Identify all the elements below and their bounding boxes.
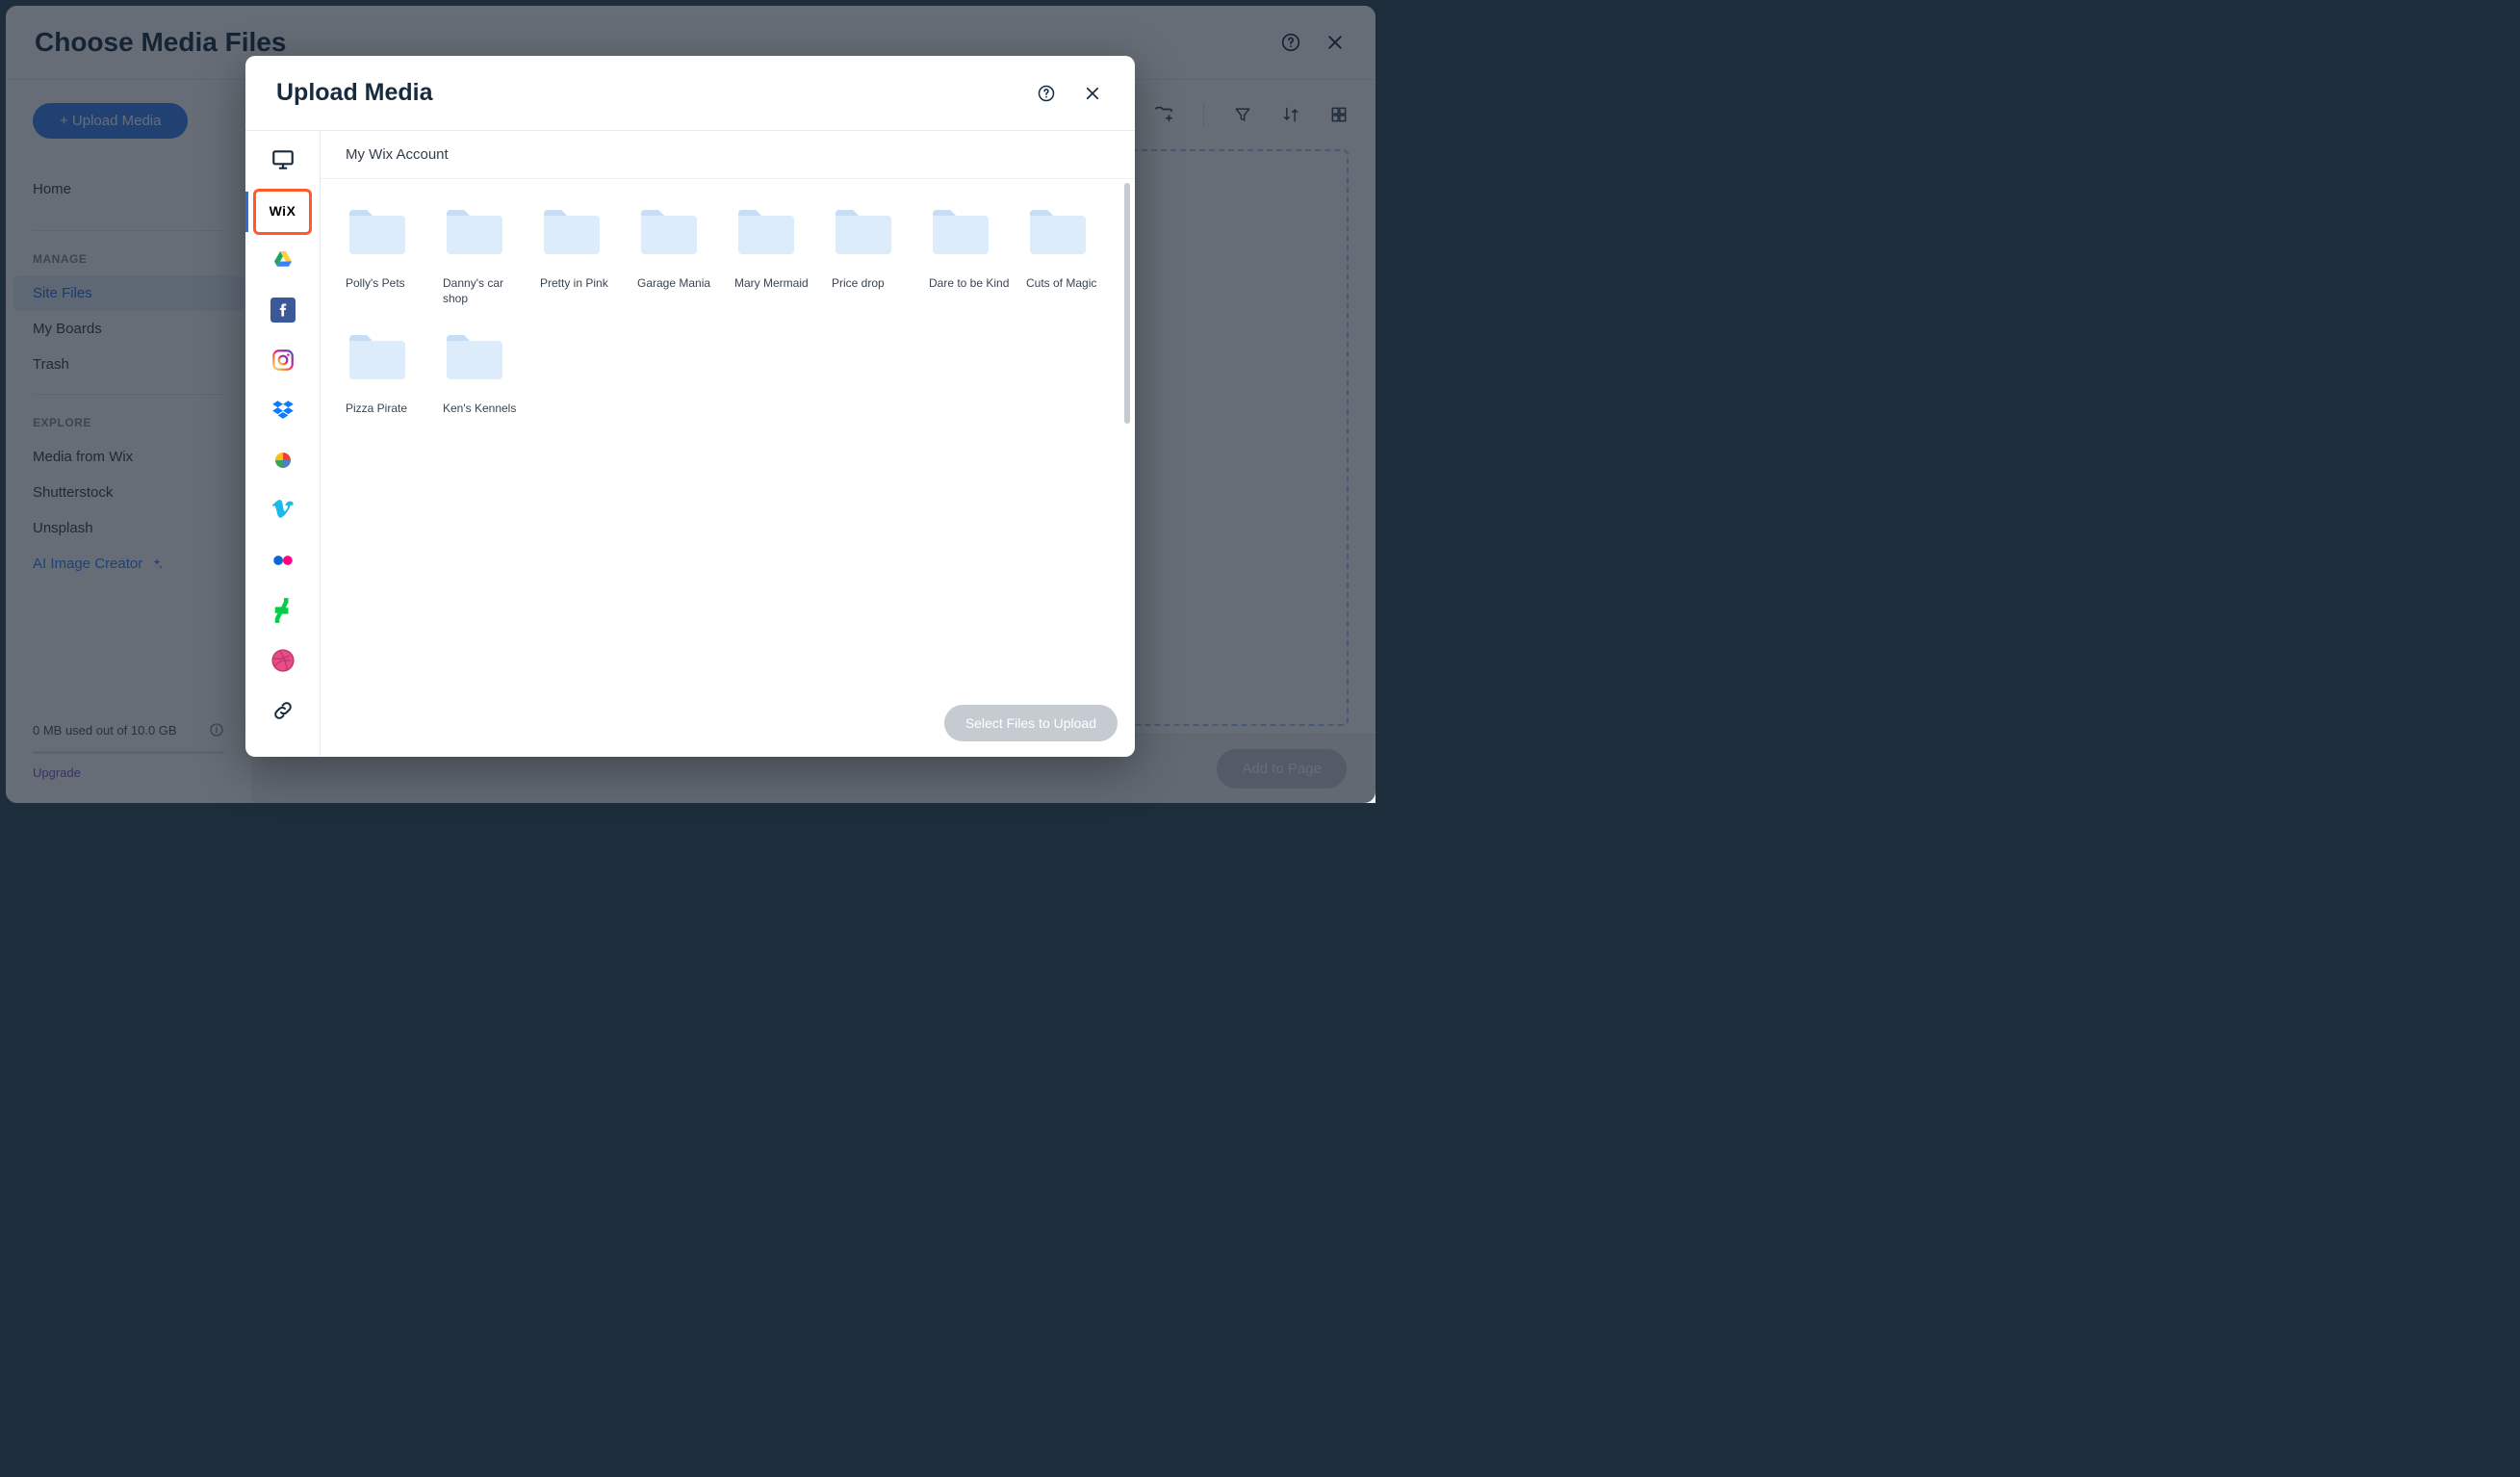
folder-label: Pretty in Pink <box>540 275 608 291</box>
folder-item[interactable]: Polly's Pets <box>346 204 426 306</box>
source-link-url[interactable] <box>245 687 320 738</box>
scrollbar[interactable] <box>1121 183 1133 680</box>
folder-icon <box>832 204 895 258</box>
close-icon <box>1084 85 1101 102</box>
folder-icon <box>443 329 506 383</box>
computer-icon <box>270 147 296 177</box>
folder-icon <box>929 204 992 258</box>
source-google-drive[interactable] <box>245 237 320 287</box>
deviantart-icon <box>272 598 294 628</box>
source-vimeo[interactable] <box>245 487 320 537</box>
dribbble-icon <box>270 648 296 678</box>
folder-label: Price drop <box>832 275 885 291</box>
folder-icon <box>540 204 604 258</box>
vimeo-icon <box>270 498 296 528</box>
source-rail: WiX <box>245 131 321 757</box>
help-icon <box>1038 85 1055 102</box>
folder-icon <box>637 204 701 258</box>
upload-media-footer: Select Files to Upload <box>321 689 1135 757</box>
folder-icon <box>1026 204 1090 258</box>
folder-item[interactable]: Garage Mania <box>637 204 718 306</box>
source-flickr[interactable] <box>245 537 320 587</box>
folder-label: Cuts of Magic <box>1026 275 1096 291</box>
folder-label: Ken's Kennels <box>443 401 516 416</box>
folder-icon <box>443 204 506 258</box>
folder-item[interactable]: Cuts of Magic <box>1026 204 1107 306</box>
folder-item[interactable]: Price drop <box>832 204 913 306</box>
folder-label: Polly's Pets <box>346 275 405 291</box>
folder-icon <box>346 204 409 258</box>
flickr-icon <box>270 548 296 578</box>
close-button[interactable] <box>1081 82 1104 105</box>
instagram-icon <box>270 348 296 377</box>
folder-item[interactable]: Ken's Kennels <box>443 329 524 416</box>
folder-item[interactable]: Danny's car shop <box>443 204 524 306</box>
facebook-icon <box>270 298 296 327</box>
source-dropbox[interactable] <box>245 387 320 437</box>
select-files-button[interactable]: Select Files to Upload <box>944 705 1118 741</box>
source-instagram[interactable] <box>245 337 320 387</box>
help-button[interactable] <box>1035 82 1058 105</box>
wix-icon: WiX <box>270 203 296 220</box>
folder-grid: Polly's Pets Danny's car shop Pretty in Pi… <box>321 179 1135 441</box>
source-wix[interactable]: WiX <box>253 189 312 235</box>
source-facebook[interactable] <box>245 287 320 337</box>
scrollbar-thumb[interactable] <box>1124 183 1130 424</box>
source-google-photos[interactable] <box>245 437 320 487</box>
upload-media-header: Upload Media <box>245 56 1135 130</box>
upload-media-modal: Upload Media WiX My Wix Account Polly's … <box>245 56 1135 757</box>
folder-label: Danny's car shop <box>443 275 524 306</box>
source-dribbble[interactable] <box>245 637 320 687</box>
folder-icon <box>734 204 798 258</box>
folder-item[interactable]: Dare to be Kind <box>929 204 1010 306</box>
account-header: My Wix Account <box>321 131 1135 179</box>
upload-media-title: Upload Media <box>276 79 433 107</box>
folder-item[interactable]: Mary Mermaid <box>734 204 815 306</box>
folder-item[interactable]: Pizza Pirate <box>346 329 426 416</box>
folder-item[interactable]: Pretty in Pink <box>540 204 621 306</box>
google-drive-icon <box>271 248 295 276</box>
source-my-computer[interactable] <box>245 137 320 187</box>
folder-label: Garage Mania <box>637 275 710 291</box>
link-icon <box>271 699 295 727</box>
folder-label: Dare to be Kind <box>929 275 1009 291</box>
folder-icon <box>346 329 409 383</box>
folder-label: Pizza Pirate <box>346 401 407 416</box>
google-photos-icon <box>271 449 295 477</box>
source-deviantart[interactable] <box>245 587 320 637</box>
dropbox-icon <box>270 398 296 428</box>
folder-label: Mary Mermaid <box>734 275 809 291</box>
